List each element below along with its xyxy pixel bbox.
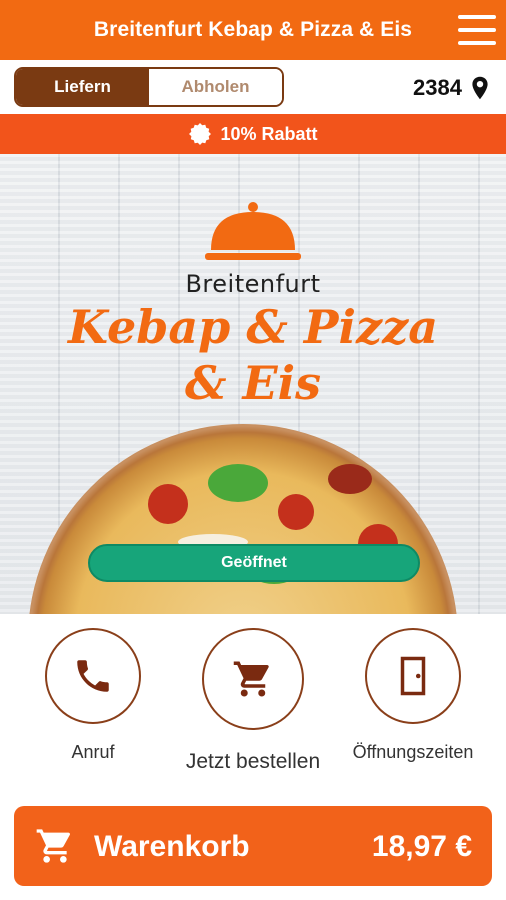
app-title: Breitenfurt Kebap & Pizza & Eis	[93, 18, 413, 41]
cart-icon	[36, 829, 70, 863]
delivery-mode-toggle: Liefern Abholen	[14, 67, 284, 107]
logo-line-1: Kebap & Pizza	[67, 300, 439, 354]
logo-line-2: & Eis	[185, 356, 321, 410]
logo-city: Breitenfurt	[185, 270, 321, 298]
action-order-now-label: Jetzt bestellen	[185, 750, 321, 773]
discount-text: 10% Rabatt	[220, 123, 318, 144]
cloche-logo-icon	[205, 202, 301, 260]
location-pin-icon	[472, 76, 488, 100]
toggle-liefern[interactable]: Liefern	[16, 69, 149, 105]
postal-code: 2384	[413, 75, 462, 100]
restaurant-logo: Breitenfurt Kebap & Pizza & Eis	[0, 200, 506, 410]
postal-code-selector[interactable]: 2384	[413, 73, 490, 103]
opening-hours-button[interactable]	[365, 628, 461, 724]
cart-icon	[233, 661, 269, 697]
action-call[interactable]: Anruf	[45, 628, 141, 763]
action-call-label: Anruf	[71, 742, 115, 762]
toggle-abholen[interactable]: Abholen	[149, 69, 282, 105]
action-opening-hours[interactable]: Öffnungszeiten	[345, 628, 481, 763]
phone-icon	[77, 660, 109, 692]
app-header: Breitenfurt Kebap & Pizza & Eis	[0, 0, 506, 60]
cart-button[interactable]: Warenkorb 18,97 €	[14, 806, 492, 886]
discount-badge-icon	[189, 123, 212, 145]
mode-bar: Liefern Abholen 2384	[0, 60, 506, 114]
cart-total: 18,97 €	[371, 830, 472, 863]
action-order-now[interactable]: Jetzt bestellen	[181, 628, 325, 774]
cart-label: Warenkorb	[94, 830, 250, 863]
door-icon	[400, 656, 426, 696]
open-status-badge[interactable]: Geöffnet	[88, 544, 420, 582]
discount-banner[interactable]: 10% Rabatt	[0, 114, 506, 154]
action-opening-hours-label: Öffnungszeiten	[352, 742, 474, 762]
hamburger-menu-icon[interactable]	[458, 15, 496, 45]
quick-actions: Anruf Jetzt bestellen Öffnungszeiten	[0, 614, 506, 794]
call-button[interactable]	[45, 628, 141, 724]
order-now-button[interactable]	[202, 628, 304, 730]
